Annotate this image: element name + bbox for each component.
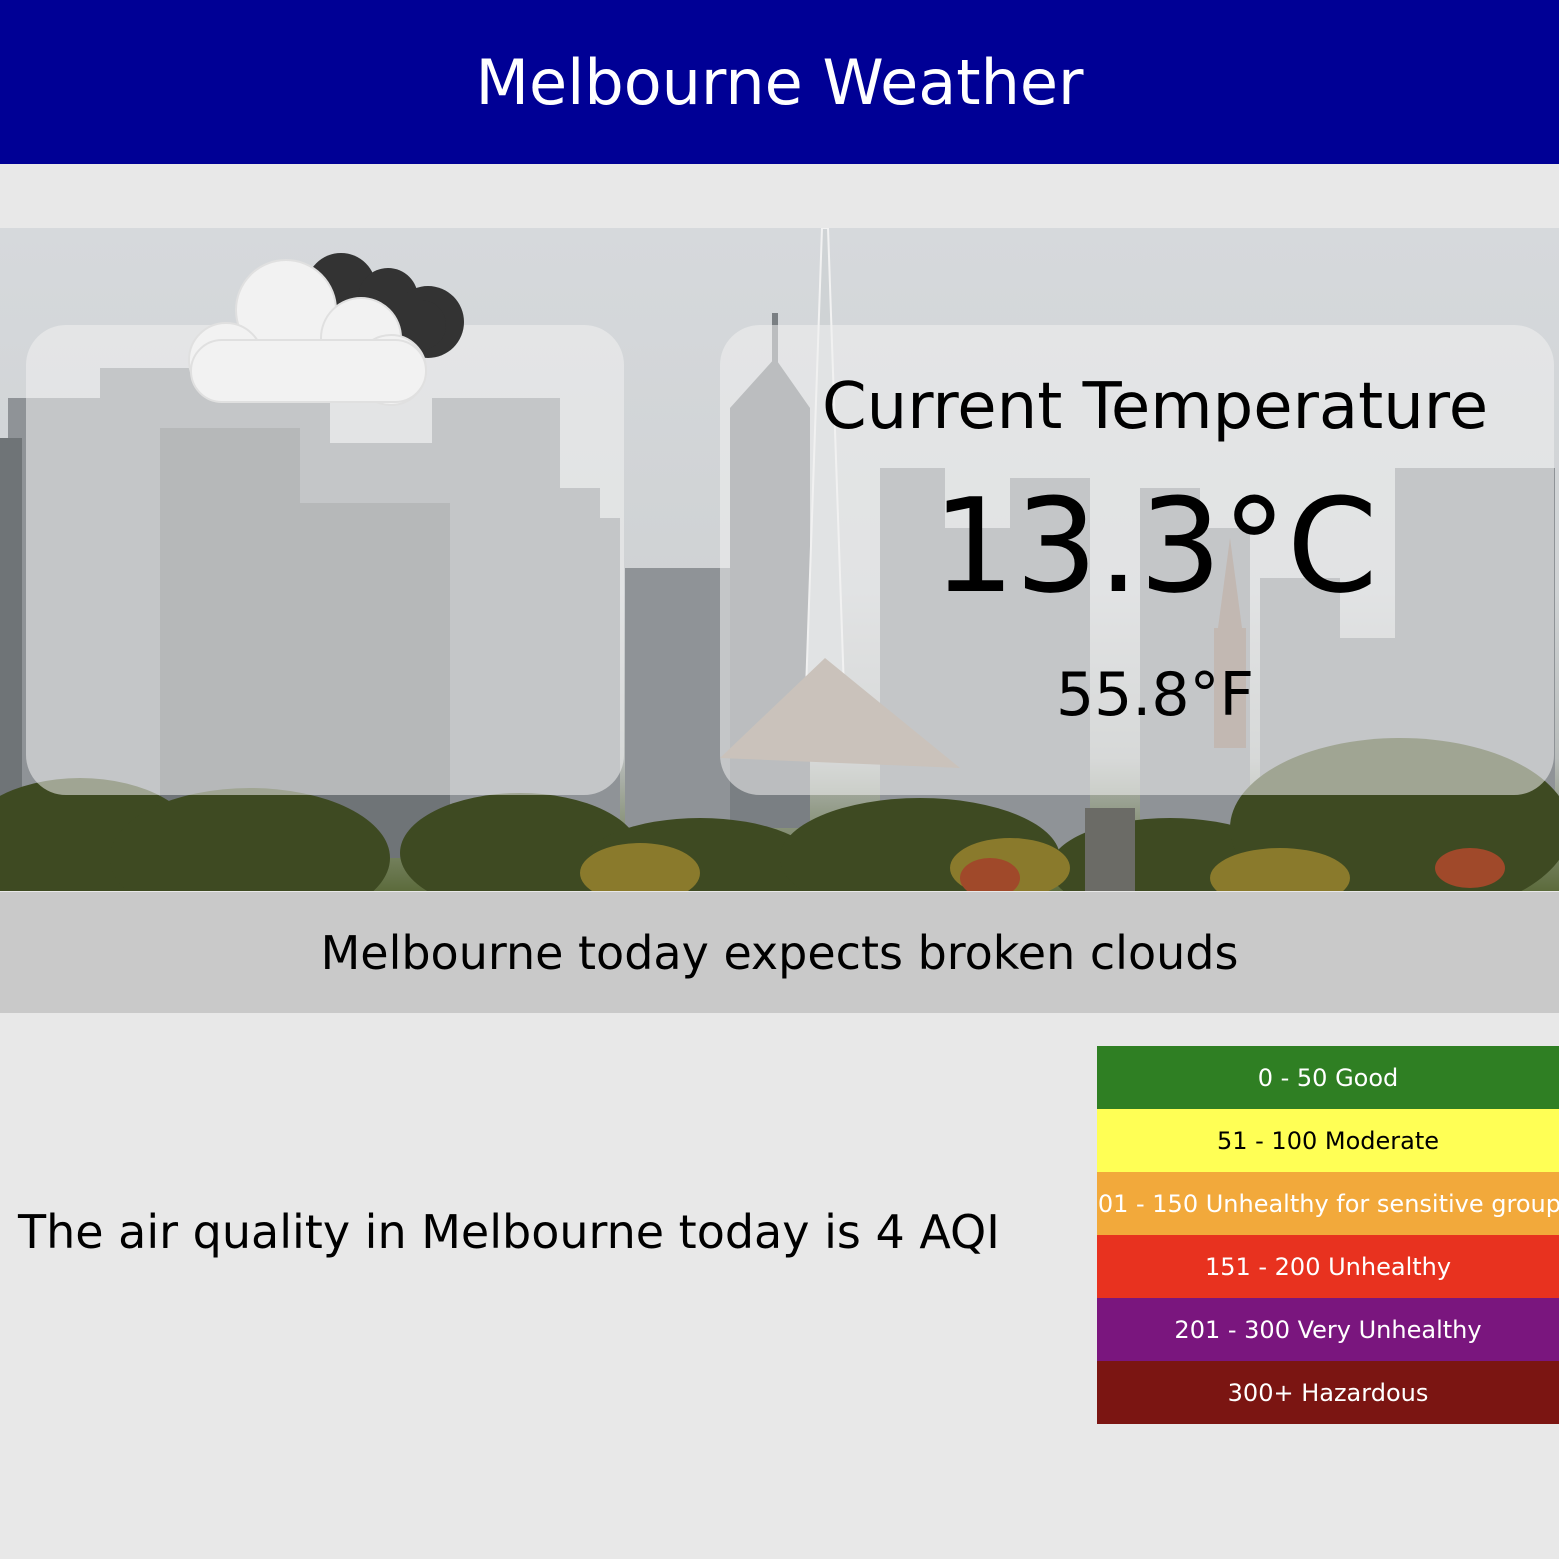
aqi-legend-label: 151 - 200 Unhealthy — [1204, 1252, 1452, 1281]
weather-summary-text: Melbourne today expects broken clouds — [320, 925, 1239, 980]
aqi-legend-label: 101 - 150 Unhealthy for sensitive groups — [1097, 1189, 1559, 1218]
current-temperature-label: Current Temperature — [821, 370, 1489, 444]
aqi-legend-label: 201 - 300 Very Unhealthy — [1174, 1315, 1482, 1344]
aqi-legend-label: 51 - 100 Moderate — [1216, 1126, 1440, 1155]
temperature-fahrenheit: 55.8°F — [1055, 660, 1255, 730]
aqi-legend-hazardous: 300+ Hazardous — [1097, 1361, 1559, 1424]
aqi-legend-moderate: 51 - 100 Moderate — [1097, 1109, 1559, 1172]
aqi-legend: 0 - 50 Good 51 - 100 Moderate 101 - 150 … — [1097, 1046, 1559, 1424]
page-title: Melbourne Weather — [475, 45, 1084, 119]
aqi-legend-good: 0 - 50 Good — [1097, 1046, 1559, 1109]
aqi-legend-label: 300+ Hazardous — [1227, 1378, 1429, 1407]
temperature-celsius: 13.3°C — [932, 470, 1378, 622]
air-quality-text: The air quality in Melbourne today is 4 … — [18, 1205, 1000, 1259]
broken-clouds-icon — [188, 253, 464, 406]
weather-summary-bar: Melbourne today expects broken clouds — [0, 892, 1559, 1013]
page-header: Melbourne Weather — [0, 0, 1559, 164]
aqi-legend-sensitive: 101 - 150 Unhealthy for sensitive groups — [1097, 1172, 1559, 1235]
aqi-legend-very-unhealthy: 201 - 300 Very Unhealthy — [1097, 1298, 1559, 1361]
aqi-legend-label: 0 - 50 Good — [1257, 1063, 1399, 1092]
aqi-legend-unhealthy: 151 - 200 Unhealthy — [1097, 1235, 1559, 1298]
